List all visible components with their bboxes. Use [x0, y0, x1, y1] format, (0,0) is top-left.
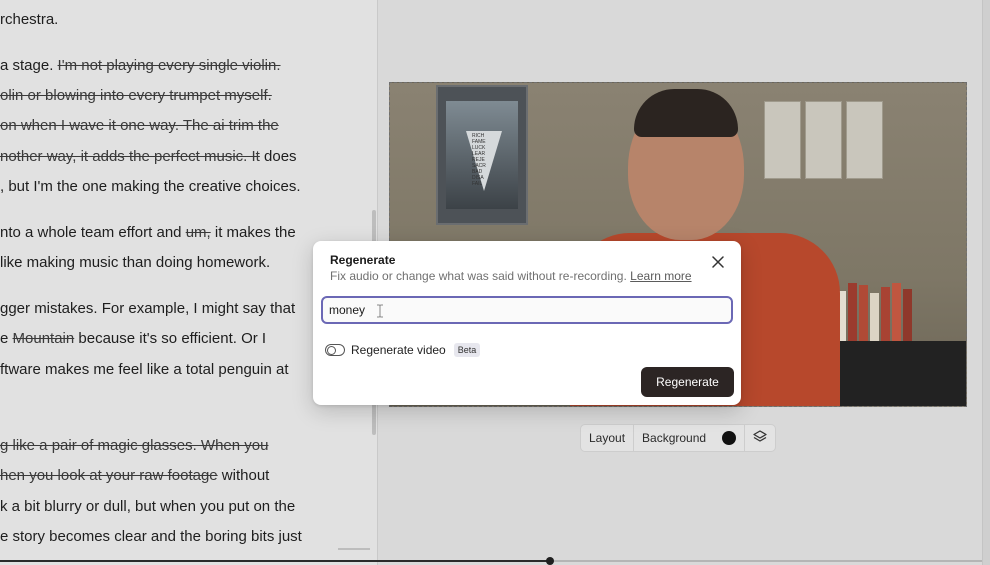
transcript-text[interactable]: a stage. [0, 57, 58, 74]
beta-badge: Beta [453, 343, 481, 357]
wall-poster: RICH FAME LUCK LEAR REJE SACR BAD DISA FAIL [436, 85, 528, 225]
transcript-line[interactable]: , but I'm the one making the creative ch… [0, 177, 301, 197]
transcript-text[interactable]: without [218, 467, 270, 484]
transcript-line[interactable]: e story becomes clear and the boring bit… [0, 527, 302, 547]
transcript-line[interactable]: nto a whole team effort and um, it makes… [0, 223, 296, 243]
transcript-line[interactable]: k a bit blurry or dull, but when you put… [0, 497, 295, 517]
transcript-text[interactable]: because it's so efficient. Or I [74, 330, 266, 347]
transcript-line[interactable]: on when I wave it one way. The ai trim t… [0, 116, 279, 136]
transcript-text[interactable]: e [0, 330, 13, 347]
regenerate-button[interactable]: Regenerate [641, 367, 734, 397]
background-color-swatch[interactable] [722, 431, 737, 445]
art-panel-left [764, 101, 801, 179]
transcript-struck-text[interactable]: on when I wave it one way. The ai trim t… [0, 117, 279, 134]
transcript-text[interactable]: gger mistakes. For example, I might say … [0, 300, 295, 317]
transcript-line[interactable]: hen you look at your raw footage without [0, 466, 269, 486]
layout-button[interactable]: Layout [581, 425, 633, 451]
transcript-struck-text[interactable]: um, [186, 224, 211, 241]
transcript-text[interactable]: e story becomes clear and the boring bit… [0, 528, 302, 545]
regenerate-dialog: Regenerate Fix audio or change what was … [313, 241, 741, 405]
transcript-struck-text[interactable]: nother way, it adds the perfect music. I… [0, 148, 260, 165]
art-panel-right [846, 101, 883, 179]
transcript-text[interactable]: k a bit blurry or dull, but when you put… [0, 498, 295, 515]
transcript-text[interactable]: like making music than doing homework. [0, 254, 270, 271]
regenerate-video-row: Regenerate video Beta [325, 343, 481, 357]
art-panel-middle [805, 101, 842, 179]
close-icon [712, 255, 724, 273]
transcript-struck-text[interactable]: olin or blowing into every trumpet mysel… [0, 87, 272, 104]
transcript-line[interactable]: ftware makes me feel like a total pengui… [0, 360, 289, 380]
background-button[interactable]: Background [633, 425, 744, 451]
transcript-struck-text[interactable]: hen you look at your raw footage [0, 467, 218, 484]
layout-label: Layout [589, 431, 626, 445]
transcript-line[interactable]: gger mistakes. For example, I might say … [0, 299, 295, 319]
layers-button[interactable] [744, 425, 775, 451]
dialog-subtitle-text: Fix audio or change what was said withou… [330, 269, 627, 283]
transcript-line[interactable]: olin or blowing into every trumpet mysel… [0, 86, 272, 106]
learn-more-link[interactable]: Learn more [630, 269, 691, 283]
background-label: Background [642, 431, 707, 445]
video-toolbar: Layout Background [580, 424, 777, 452]
transcript-text[interactable]: it makes the [211, 224, 296, 241]
transcript-line[interactable]: rchestra. [0, 10, 58, 30]
timeline-progress [0, 560, 550, 562]
dialog-subtitle: Fix audio or change what was said withou… [330, 269, 692, 283]
regenerate-video-label: Regenerate video [351, 343, 446, 357]
transcript-struck-text[interactable]: Mountain [13, 330, 75, 347]
transcript-line[interactable]: like making music than doing homework. [0, 253, 270, 273]
transcript-line[interactable]: g like a pair of magic glasses. When you [0, 436, 268, 456]
transcript-line[interactable]: a stage. I'm not playing every single vi… [0, 56, 281, 76]
transcript-text[interactable]: nto a whole team effort and [0, 224, 186, 241]
transcript-line[interactable]: e Mountain because it's so efficient. Or… [0, 329, 266, 349]
transcript-line[interactable]: nother way, it adds the perfect music. I… [0, 147, 297, 167]
transcript-struck-text[interactable]: g like a pair of magic glasses. When you [0, 437, 268, 454]
regenerate-video-toggle[interactable] [325, 344, 345, 356]
transcript-struck-text[interactable]: I'm not playing every single violin. [58, 57, 281, 74]
transcript-text[interactable]: does [260, 148, 297, 165]
poster-word: FAIL [472, 181, 483, 187]
person-hair [634, 89, 738, 137]
text-cursor-icon [375, 304, 385, 318]
timeline-marker [338, 548, 370, 550]
bookshelf [822, 341, 966, 406]
close-button[interactable] [709, 255, 727, 273]
poster-words: RICH FAME LUCK LEAR REJE SACR BAD DISA FAIL [472, 133, 486, 187]
poster-image: RICH FAME LUCK LEAR REJE SACR BAD DISA FAIL [446, 101, 518, 209]
dialog-title: Regenerate [330, 253, 396, 267]
canvas-right-scrollbar[interactable] [982, 0, 990, 565]
layers-icon [752, 429, 768, 448]
wall-art [764, 101, 886, 183]
timeline-playhead[interactable] [546, 557, 554, 565]
transcript-text[interactable]: rchestra. [0, 11, 58, 28]
transcript-text[interactable]: , but I'm the one making the creative ch… [0, 178, 301, 195]
transcript-text[interactable]: ftware makes me feel like a total pengui… [0, 361, 289, 378]
